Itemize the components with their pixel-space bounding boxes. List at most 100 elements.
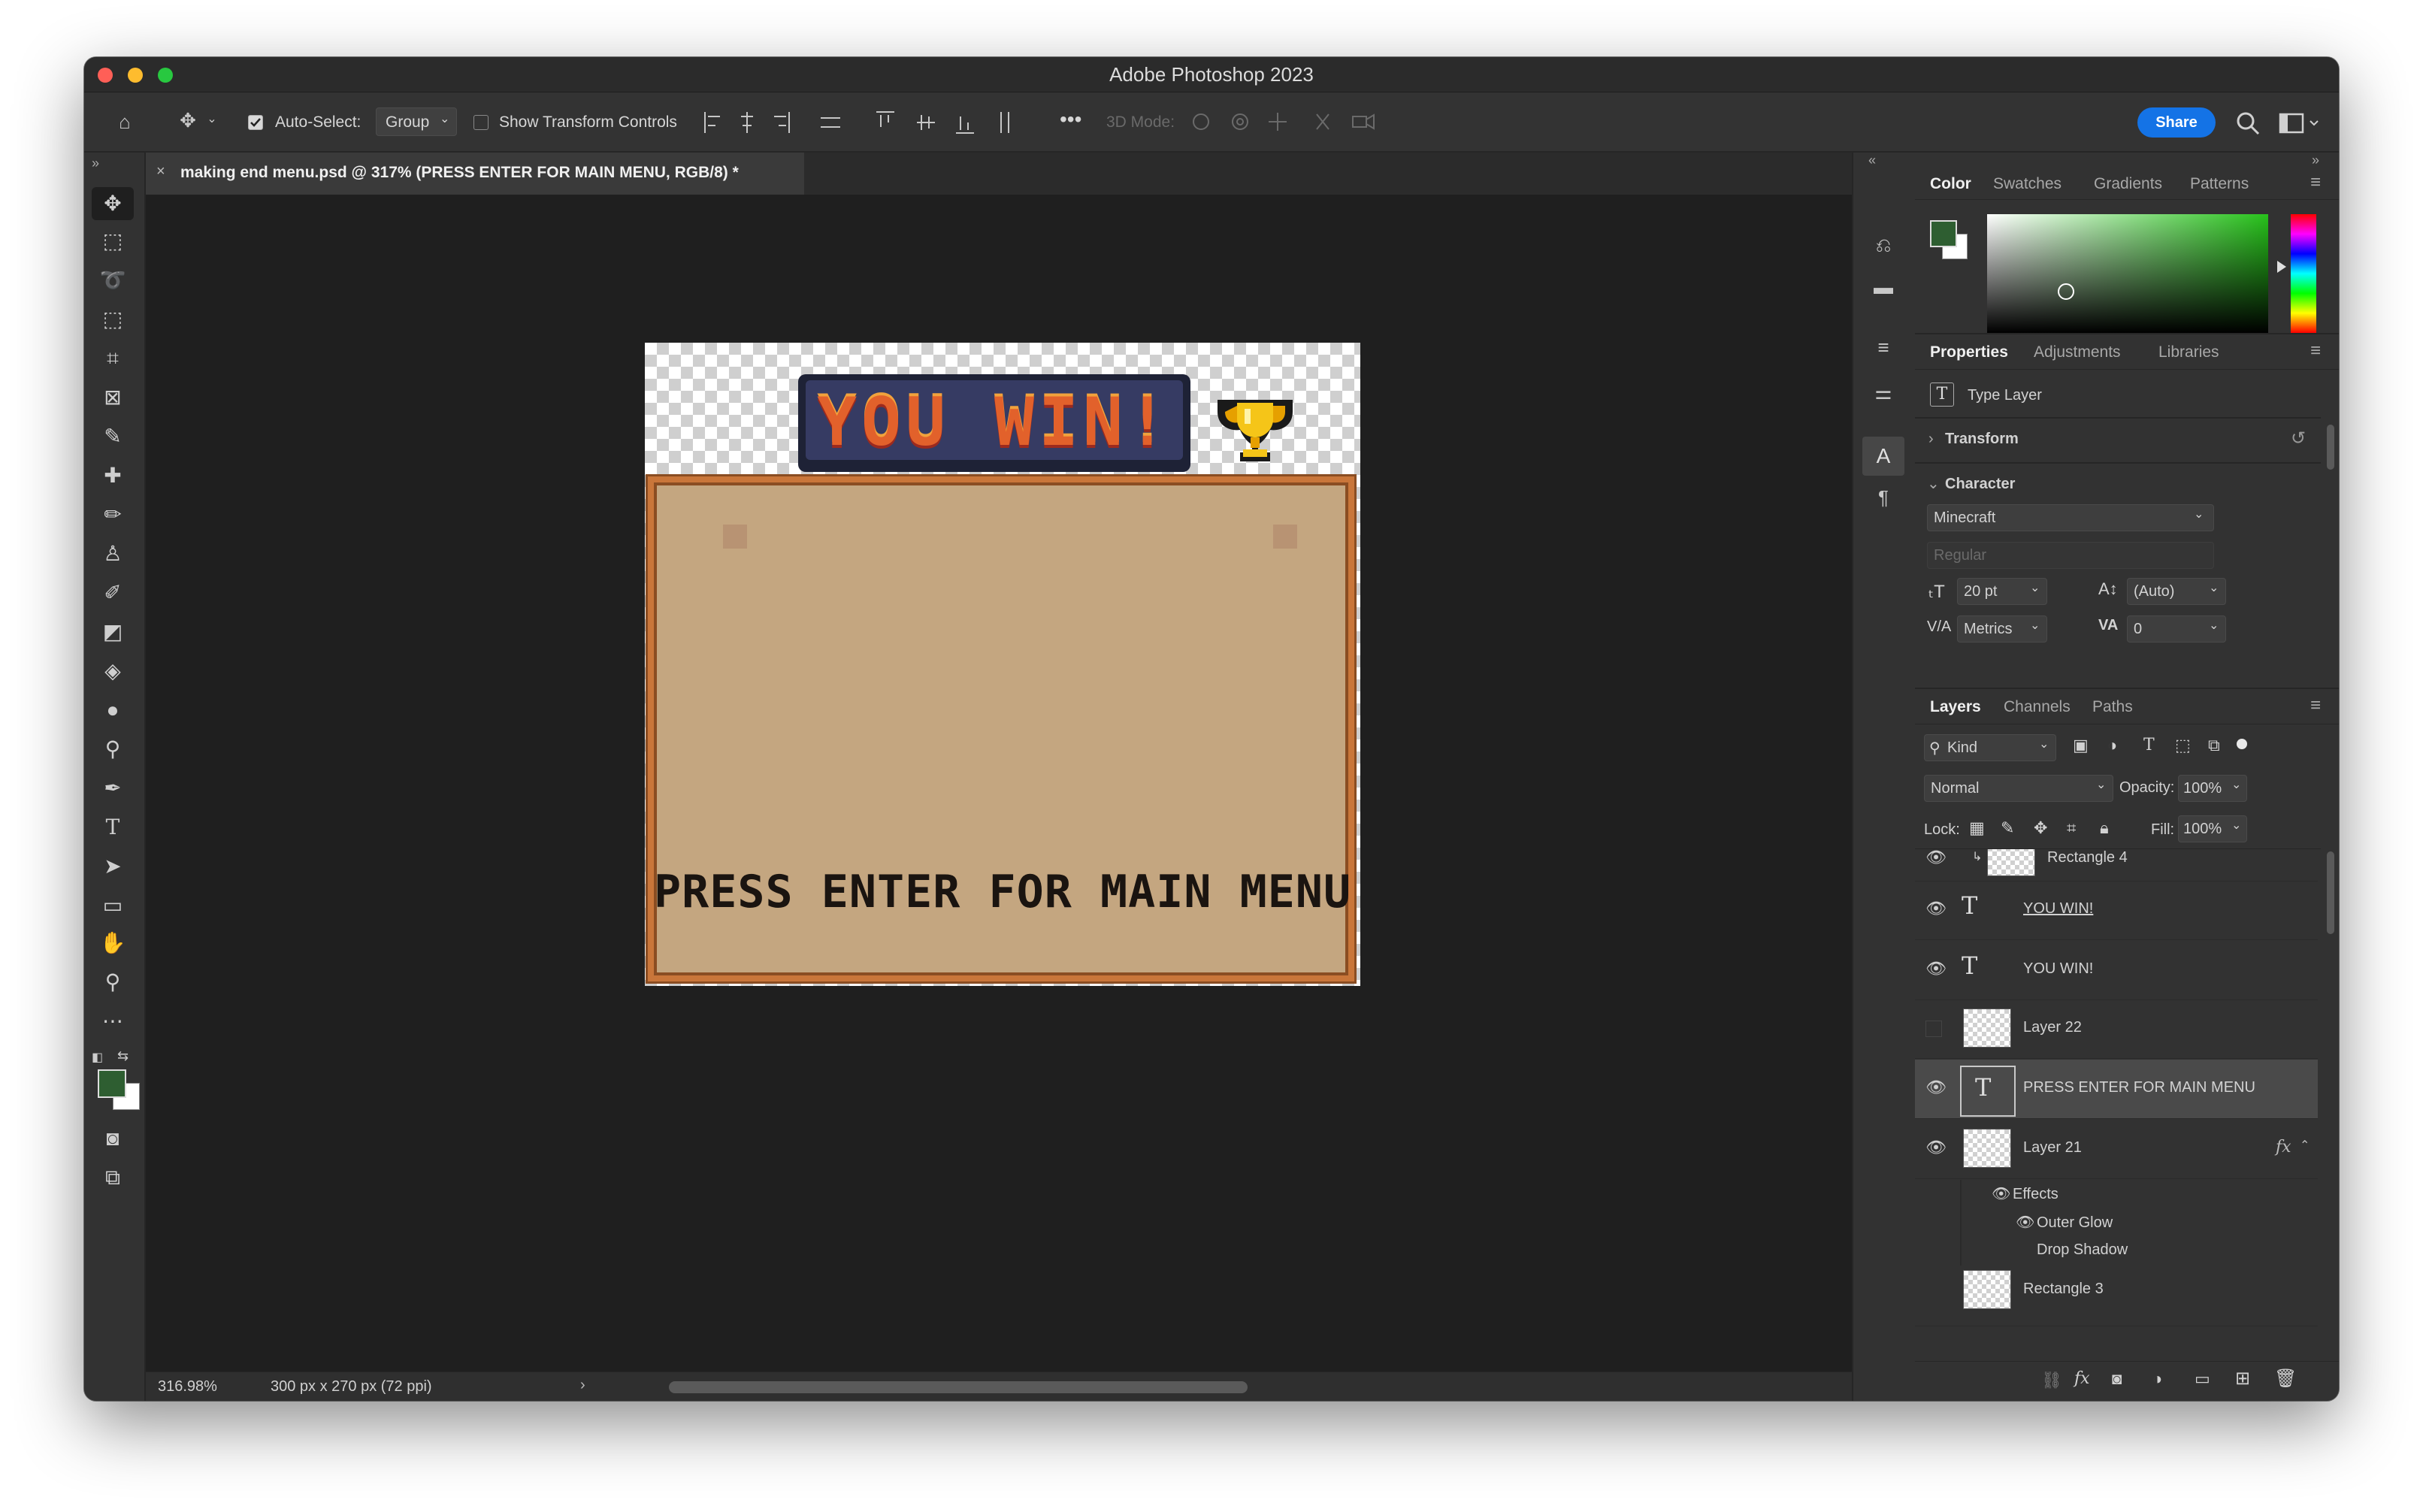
- chevron-down-icon[interactable]: ⌄: [204, 113, 219, 125]
- layer-row-selected[interactable]: 👁︎ T PRESS ENTER FOR MAIN MENU: [1915, 1060, 2318, 1119]
- eye-icon[interactable]: 👁︎: [1925, 1078, 1947, 1097]
- filter-smart-object-icon[interactable]: ⧉: [2208, 736, 2220, 755]
- panel-menu-icon[interactable]: ≡: [2310, 172, 2321, 193]
- fx-icon[interactable]: fx: [2276, 1138, 2291, 1157]
- type-tool-icon[interactable]: T: [92, 811, 134, 844]
- color-field[interactable]: [1987, 214, 2268, 333]
- healing-brush-tool-icon[interactable]: ✚: [92, 459, 134, 492]
- default-colors-icon[interactable]: ◧: [92, 1050, 103, 1065]
- swap-colors-icon[interactable]: ⇆: [117, 1048, 129, 1064]
- color-picker-ring[interactable]: [2058, 283, 2074, 300]
- foreground-color-swatch[interactable]: [98, 1069, 126, 1098]
- link-layers-icon[interactable]: ⛓︎: [2041, 1371, 2062, 1390]
- lock-transparent-icon[interactable]: ▦: [1969, 818, 1985, 838]
- blur-tool-icon[interactable]: ●: [92, 694, 134, 727]
- blend-mode-dropdown[interactable]: Normal ⌄: [1924, 775, 2113, 802]
- collapse-icon[interactable]: »: [92, 156, 99, 171]
- layer-row[interactable]: Rectangle 3: [1915, 1267, 2318, 1326]
- tracking-field[interactable]: 0 ⌄: [2127, 615, 2226, 643]
- foreground-color-chip[interactable]: [1930, 220, 1957, 247]
- lock-artboard-icon[interactable]: ⌗: [2067, 818, 2076, 838]
- new-layer-icon[interactable]: ⊞: [2235, 1368, 2250, 1390]
- zoom-level[interactable]: 316.98%: [158, 1378, 217, 1396]
- document-tab[interactable]: × making end menu.psd @ 317% (PRESS ENTE…: [146, 153, 804, 195]
- character-section[interactable]: Character: [1945, 476, 2015, 493]
- font-family-dropdown[interactable]: Minecraft ⌄: [1927, 504, 2214, 531]
- add-style-icon[interactable]: fx: [2074, 1369, 2090, 1388]
- visibility-toggle-off[interactable]: [1925, 1021, 1942, 1037]
- history-brush-tool-icon[interactable]: ✐: [92, 576, 134, 609]
- collapse-icon[interactable]: »: [2312, 153, 2319, 168]
- eye-icon[interactable]: 👁︎: [1925, 849, 1947, 867]
- tab-patterns[interactable]: Patterns: [2190, 175, 2249, 193]
- panel-menu-icon[interactable]: ≡: [2310, 340, 2321, 361]
- search-icon[interactable]: [2235, 110, 2261, 136]
- home-icon[interactable]: ⌂: [110, 112, 140, 132]
- properties-scrollbar[interactable]: [2327, 425, 2334, 470]
- close-tab-icon[interactable]: ×: [156, 163, 165, 180]
- character-panel-button[interactable]: A: [1862, 437, 1904, 476]
- hue-slider[interactable]: [2291, 214, 2316, 333]
- effects-label[interactable]: Effects: [2013, 1186, 2058, 1203]
- lock-all-icon[interactable]: 🔒︎: [2100, 818, 2109, 838]
- eye-icon[interactable]: 👁︎: [1925, 1138, 1947, 1157]
- hue-marker-icon[interactable]: [2277, 261, 2286, 273]
- brush-tool-icon[interactable]: ✏: [92, 498, 134, 531]
- add-mask-icon[interactable]: ◙: [2112, 1369, 2122, 1389]
- document-info[interactable]: 300 px x 270 px (72 ppi): [271, 1378, 432, 1396]
- screen-mode-icon[interactable]: ⧉: [92, 1161, 134, 1194]
- layer-filter-dropdown[interactable]: ⚲ Kind ⌄: [1924, 734, 2056, 761]
- clone-stamp-tool-icon[interactable]: ♙: [92, 537, 134, 570]
- share-button[interactable]: Share: [2137, 107, 2216, 138]
- rectangle-tool-icon[interactable]: ▭: [92, 889, 134, 922]
- chevron-right-icon[interactable]: ›: [580, 1377, 585, 1394]
- tab-layers[interactable]: Layers: [1930, 698, 1981, 716]
- eyedropper-tool-icon[interactable]: ✎: [92, 420, 134, 453]
- layer-row[interactable]: 👁︎ T YOU WIN!: [1915, 881, 2318, 940]
- lock-image-icon[interactable]: ✎: [2001, 818, 2014, 838]
- tab-color[interactable]: Color: [1930, 175, 1971, 193]
- chevron-right-icon[interactable]: ›: [1928, 431, 1934, 448]
- filter-adjustment-icon[interactable]: ◑: [2107, 736, 2117, 755]
- pen-tool-icon[interactable]: ✒: [92, 772, 134, 805]
- fill-field[interactable]: 100% ⌄: [2178, 815, 2247, 842]
- more-options-icon[interactable]: •••: [1060, 107, 1081, 132]
- dodge-tool-icon[interactable]: ⚲: [92, 733, 134, 766]
- eye-icon[interactable]: 👁︎: [1925, 959, 1947, 978]
- align-icons-group[interactable]: [702, 109, 1033, 136]
- eye-icon[interactable]: 👁︎: [1992, 1184, 2010, 1203]
- auto-select-checkbox[interactable]: [248, 115, 263, 130]
- new-adjustment-icon[interactable]: ◑: [2152, 1369, 2162, 1389]
- workspace-icon[interactable]: [2279, 112, 2321, 135]
- eye-icon[interactable]: 👁︎: [1925, 899, 1947, 918]
- effect-outer-glow[interactable]: Outer Glow: [2037, 1214, 2113, 1232]
- layer-row[interactable]: Layer 22: [1915, 999, 2318, 1059]
- document-canvas[interactable]: YOU WIN! PRESS ENTER FOR MAIN MENU: [645, 343, 1360, 986]
- transform-section[interactable]: Transform: [1945, 431, 2019, 448]
- tab-swatches[interactable]: Swatches: [1993, 175, 2062, 193]
- move-tool-icon[interactable]: ✥: [173, 110, 203, 130]
- new-group-icon[interactable]: ▭: [2195, 1369, 2210, 1389]
- layers-scrollbar[interactable]: [2327, 851, 2334, 934]
- adjust-icon[interactable]: ⚌: [1868, 383, 1898, 402]
- tab-paths[interactable]: Paths: [2092, 698, 2133, 716]
- comments-icon[interactable]: ▬: [1868, 277, 1898, 297]
- frame-tool-icon[interactable]: ⊠: [92, 381, 134, 414]
- eye-icon[interactable]: 👁︎: [2016, 1213, 2034, 1232]
- filter-type-icon[interactable]: T: [2143, 736, 2155, 754]
- history-icon[interactable]: ⎌: [1868, 235, 1898, 255]
- layer-row[interactable]: 👁︎ ↳ Rectangle 4: [1915, 849, 2318, 881]
- reset-icon[interactable]: ↺: [2291, 428, 2306, 449]
- tab-adjustments[interactable]: Adjustments: [2034, 343, 2121, 361]
- zoom-tool-icon[interactable]: ⚲: [92, 966, 134, 999]
- brush-settings-icon[interactable]: ≡: [1868, 337, 1898, 357]
- object-select-tool-icon[interactable]: ⬚: [92, 303, 134, 336]
- chevron-down-icon[interactable]: ⌄: [1927, 474, 1940, 493]
- paint-bucket-tool-icon[interactable]: ◈: [92, 655, 134, 688]
- chevron-up-icon[interactable]: ⌃: [2300, 1138, 2310, 1153]
- more-tools-icon[interactable]: ⋯: [92, 1005, 134, 1038]
- filter-toggle-icon[interactable]: [2237, 739, 2247, 749]
- font-size-field[interactable]: 20 pt ⌄: [1957, 578, 2047, 605]
- quick-mask-icon[interactable]: ◙: [92, 1122, 134, 1155]
- panel-menu-icon[interactable]: ≡: [2310, 695, 2321, 716]
